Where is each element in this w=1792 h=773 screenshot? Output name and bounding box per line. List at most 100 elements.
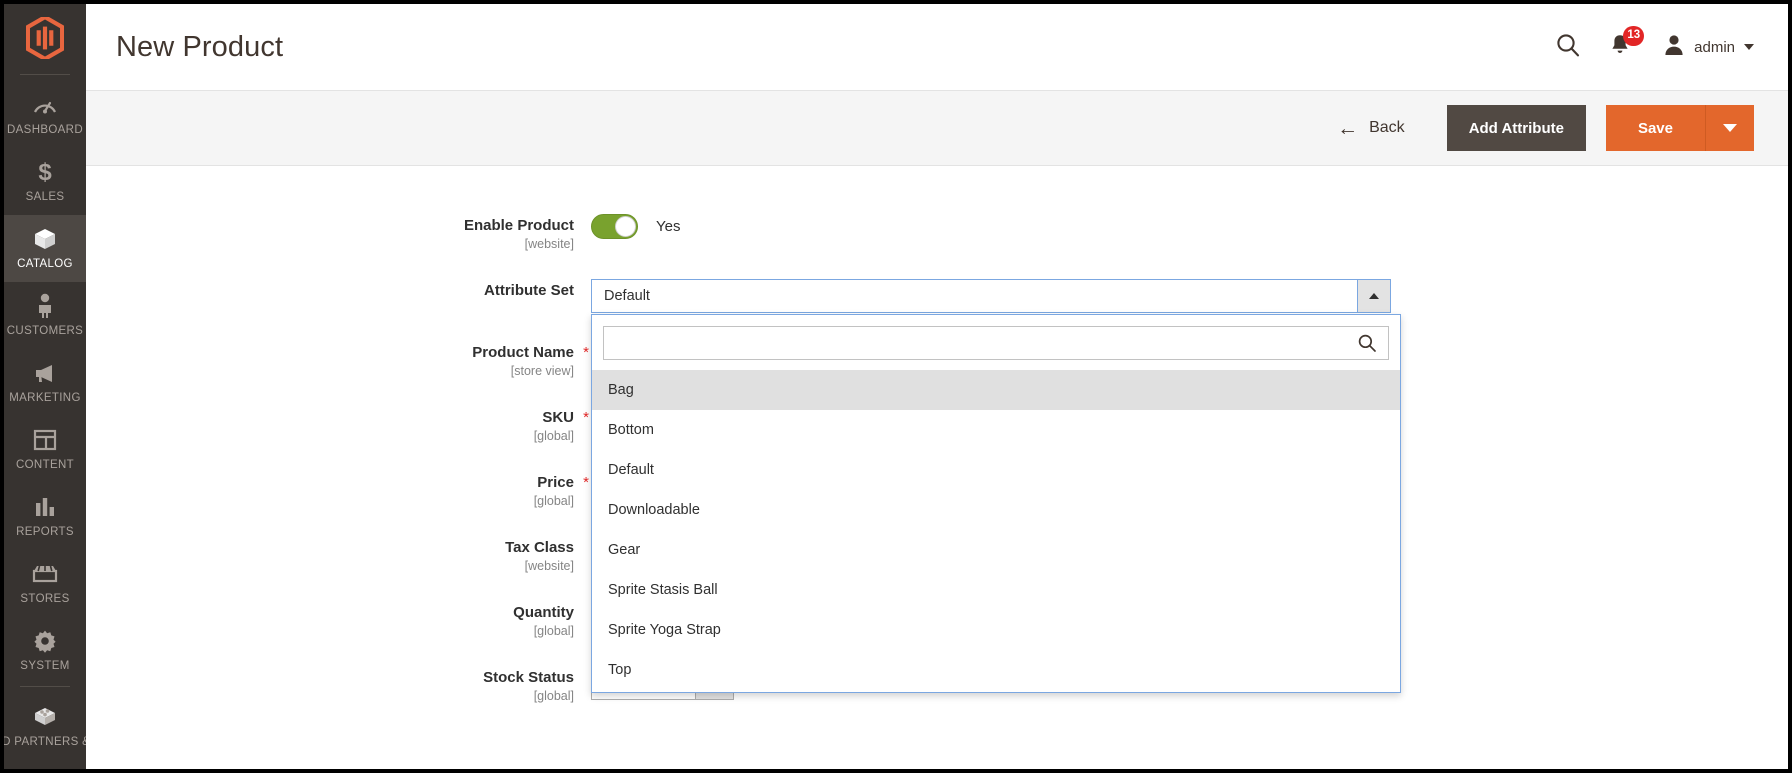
dropdown-option[interactable]: Sprite Yoga Strap: [592, 610, 1400, 650]
gear-icon: [33, 628, 57, 654]
label-sku: SKU * [global]: [86, 404, 591, 443]
label-tax-class: Tax Class [website]: [86, 534, 591, 573]
main-area: New Product 13 admin ← Back Add Attribut…: [86, 4, 1788, 769]
label-product-name: Product Name * [store view]: [86, 339, 591, 378]
field-scope: [website]: [524, 237, 574, 251]
sidebar-item-label: MARKETING: [9, 392, 81, 405]
dollar-sign-icon: $: [35, 159, 55, 185]
sidebar-item-catalog[interactable]: CATALOG: [4, 215, 86, 283]
form-row-attribute-set: Attribute Set Default Bag Bottom Default…: [86, 277, 1788, 693]
sidebar-item-content[interactable]: CONTENT: [4, 416, 86, 483]
field-label: Attribute Set: [484, 282, 574, 299]
sidebar-item-label: SYSTEM: [20, 660, 70, 673]
enable-product-control: Yes: [591, 214, 1788, 239]
enable-product-toggle[interactable]: [591, 214, 638, 239]
notifications-button[interactable]: 13: [1609, 25, 1645, 62]
search-icon[interactable]: [1357, 333, 1377, 353]
label-stock-status: Stock Status [global]: [86, 664, 591, 703]
sidebar-divider-top: [20, 74, 70, 75]
box-icon: [32, 226, 58, 252]
sidebar-item-find-partners-extensions[interactable]: FIND PARTNERS & EXTENSIONS: [4, 693, 86, 760]
dashboard-gauge-icon: [33, 92, 57, 118]
save-button[interactable]: Save: [1605, 105, 1706, 151]
field-scope: [global]: [533, 494, 574, 508]
attribute-set-control: Default Bag Bottom Default Downloadable …: [591, 279, 1401, 693]
admin-user-name: admin: [1694, 38, 1735, 56]
add-attribute-button[interactable]: Add Attribute: [1446, 105, 1586, 151]
field-label: Product Name: [472, 344, 574, 361]
storefront-icon: [32, 561, 58, 587]
sidebar-item-label: DASHBOARD: [7, 124, 83, 136]
sidebar-item-label: FIND PARTNERS & EXTENSIONS: [4, 736, 86, 749]
page-title: New Product: [116, 30, 284, 63]
field-scope: [global]: [533, 624, 574, 638]
field-label: Tax Class: [505, 539, 574, 556]
dropdown-option[interactable]: Bottom: [592, 410, 1400, 450]
field-label: SKU: [542, 409, 574, 426]
save-options-button[interactable]: [1706, 105, 1754, 151]
toggle-knob: [615, 216, 636, 237]
field-scope: [store view]: [510, 364, 574, 378]
dropdown-option[interactable]: Bag: [592, 370, 1400, 410]
sidebar-item-dashboard[interactable]: DASHBOARD: [4, 81, 86, 148]
sidebar-item-stores[interactable]: STORES: [4, 550, 86, 617]
attribute-set-search-input[interactable]: [604, 327, 1388, 359]
page-actions-toolbar: ← Back Add Attribute Save: [86, 90, 1788, 166]
save-button-group: Save: [1605, 105, 1754, 151]
sidebar-item-customers[interactable]: CUSTOMERS: [4, 282, 86, 349]
sidebar-item-system[interactable]: SYSTEM: [4, 617, 86, 684]
dropdown-option[interactable]: Default: [592, 450, 1400, 490]
arrow-left-icon: ←: [1337, 116, 1359, 140]
field-label: Quantity: [513, 604, 574, 621]
required-indicator: *: [583, 474, 589, 491]
attribute-set-select[interactable]: Default: [591, 279, 1391, 313]
layout-page-icon: [33, 427, 57, 453]
magento-logo[interactable]: [4, 4, 86, 72]
sidebar-divider-bottom: [20, 686, 70, 688]
global-search-button[interactable]: [1555, 32, 1581, 63]
notification-count-badge: 13: [1623, 25, 1645, 46]
back-button[interactable]: ← Back: [1327, 112, 1415, 145]
sidebar-item-sales[interactable]: $ SALES: [4, 148, 86, 215]
dropdown-option[interactable]: Downloadable: [592, 490, 1400, 530]
sidebar-item-marketing[interactable]: MARKETING: [4, 349, 86, 416]
label-enable-product: Enable Product [website]: [86, 212, 591, 251]
megaphone-icon: [32, 360, 58, 386]
attribute-set-toggle-button[interactable]: [1357, 280, 1390, 312]
dropdown-option[interactable]: Top: [592, 650, 1400, 690]
attribute-set-search-box: [603, 326, 1389, 360]
required-indicator: *: [583, 344, 589, 361]
toggle-value-label: Yes: [656, 218, 681, 235]
back-button-label: Back: [1369, 119, 1405, 136]
field-label: Stock Status: [483, 669, 574, 686]
required-indicator: *: [583, 409, 589, 426]
field-scope: [global]: [533, 689, 574, 703]
header-actions: 13 admin: [1555, 25, 1754, 63]
field-scope: [website]: [524, 559, 574, 573]
triangle-down-icon: [1723, 124, 1737, 132]
sidebar-item-label: SALES: [25, 191, 65, 204]
dropdown-option[interactable]: Gear: [592, 530, 1400, 570]
magento-admin-window: DASHBOARD $ SALES CATALOG CUSTOMERS MARK…: [0, 0, 1792, 773]
dropdown-option[interactable]: Sprite Stasis Ball: [592, 570, 1400, 610]
sidebar-item-label: REPORTS: [16, 526, 74, 539]
sidebar-item-reports[interactable]: REPORTS: [4, 483, 86, 550]
sidebar-item-label: CUSTOMERS: [6, 325, 84, 338]
magento-logo-icon: [26, 17, 64, 59]
attribute-set-value: Default: [604, 288, 650, 304]
chevron-down-icon: [1744, 44, 1754, 50]
label-quantity: Quantity [global]: [86, 599, 591, 638]
chevron-up-icon: [1369, 293, 1379, 299]
product-form: Enable Product [website] Yes Attribute S…: [86, 166, 1788, 769]
page-header: New Product 13 admin: [86, 4, 1788, 90]
bar-chart-icon: [33, 494, 57, 520]
admin-user-menu[interactable]: admin: [1663, 33, 1754, 62]
attribute-set-dropdown-panel: Bag Bottom Default Downloadable Gear Spr…: [591, 314, 1401, 693]
sidebar-item-label: STORES: [20, 593, 70, 606]
puzzle-block-icon: [32, 704, 58, 730]
label-price: Price * [global]: [86, 469, 591, 508]
attribute-set-option-list: Bag Bottom Default Downloadable Gear Spr…: [592, 370, 1400, 692]
search-icon: [1555, 32, 1581, 63]
admin-sidebar: DASHBOARD $ SALES CATALOG CUSTOMERS MARK…: [4, 4, 86, 769]
label-attribute-set: Attribute Set: [86, 277, 591, 300]
